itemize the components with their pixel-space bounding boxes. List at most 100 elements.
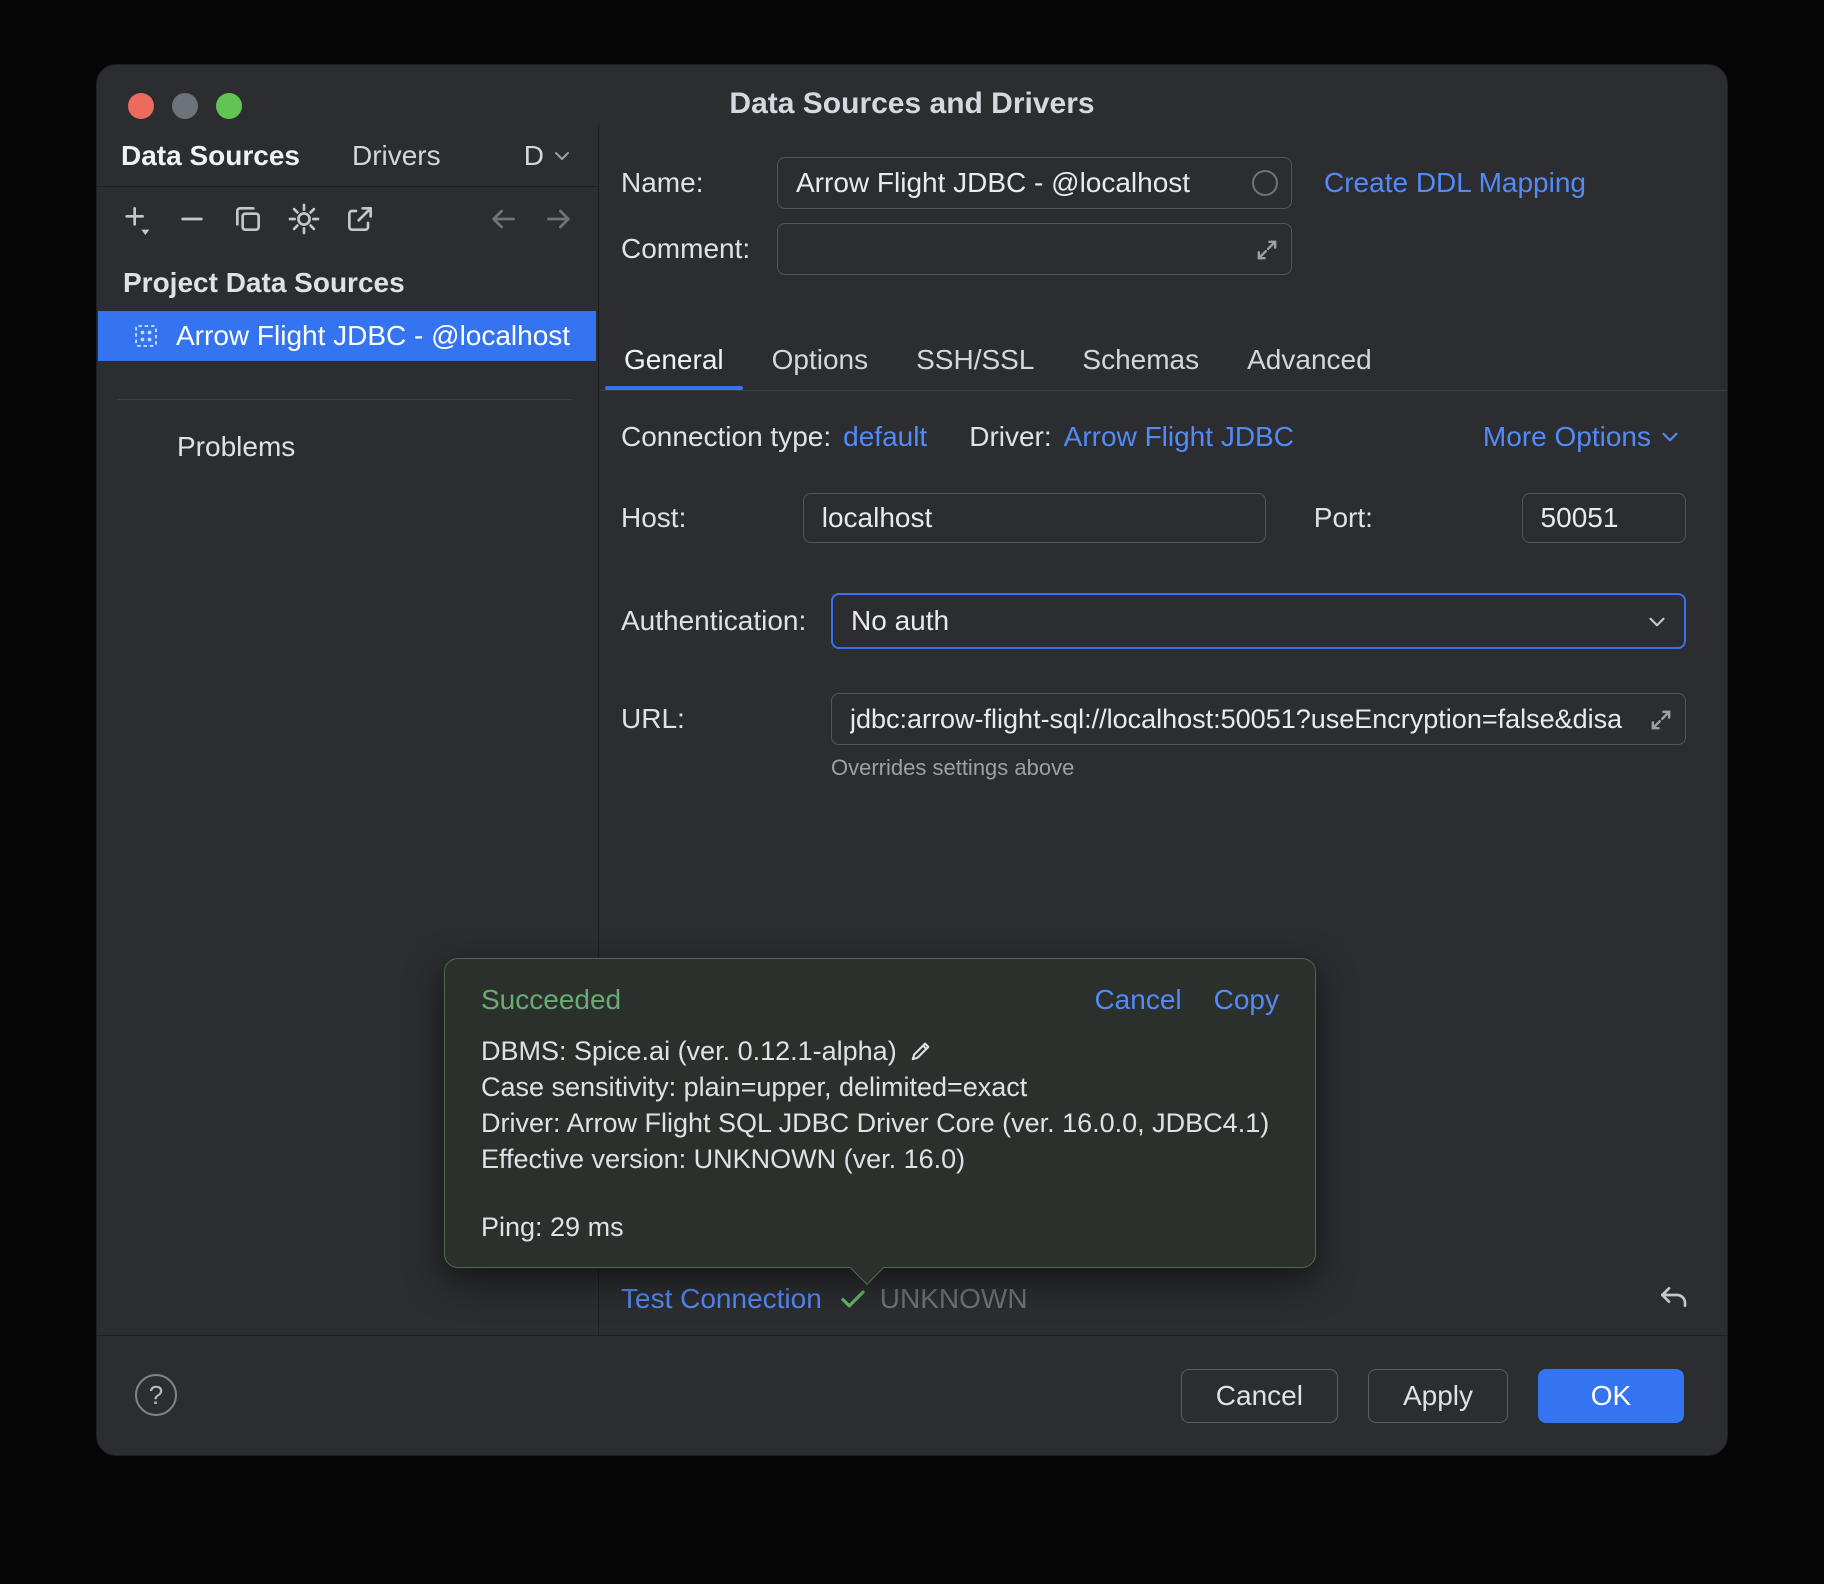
problems-item[interactable]: Problems (177, 427, 295, 467)
sidebar-toolbar (97, 187, 598, 251)
host-input[interactable] (803, 493, 1266, 543)
effective-version-line: Effective version: UNKNOWN (ver. 16.0) (481, 1141, 1279, 1177)
tab-advanced[interactable]: Advanced (1223, 331, 1396, 390)
minus-icon (176, 203, 208, 235)
expand-comment-button[interactable] (1252, 235, 1282, 265)
comment-field-wrap (777, 223, 1292, 275)
copy-icon (232, 203, 264, 235)
popup-actions: Cancel Copy (1094, 984, 1279, 1016)
name-label: Name: (621, 167, 777, 199)
test-connection-popup: Succeeded Cancel Copy DBMS: Spice.ai (ve… (444, 958, 1316, 1268)
popup-details: DBMS: Spice.ai (ver. 0.12.1-alpha) Case … (481, 1033, 1279, 1245)
ok-button[interactable]: OK (1538, 1369, 1684, 1423)
authentication-row: Authentication: No auth (621, 593, 1686, 649)
dialog-window: Data Sources and Drivers Data Sources Dr… (96, 64, 1728, 1456)
cancel-button[interactable]: Cancel (1181, 1369, 1338, 1423)
add-data-source-button[interactable] (119, 202, 153, 236)
comment-row: Comment: (621, 223, 1292, 275)
chevron-down-icon (1644, 609, 1670, 635)
popup-header: Succeeded Cancel Copy (481, 981, 1279, 1019)
apply-button[interactable]: Apply (1368, 1369, 1508, 1423)
dbms-line: DBMS: Spice.ai (ver. 0.12.1-alpha) (481, 1033, 1279, 1069)
popup-copy-link[interactable]: Copy (1214, 984, 1279, 1016)
revert-button[interactable] (1657, 1283, 1689, 1315)
port-input[interactable] (1522, 493, 1686, 543)
external-link-icon (344, 203, 376, 235)
more-options-link[interactable]: More Options (1483, 421, 1683, 453)
back-button[interactable] (486, 202, 520, 236)
connection-type-row: Connection type: default Driver: Arrow F… (621, 417, 1683, 457)
tab-schemas[interactable]: Schemas (1058, 331, 1223, 390)
authentication-select[interactable]: No auth (831, 593, 1686, 649)
circle-indicator-icon (1252, 170, 1278, 196)
comment-label: Comment: (621, 233, 777, 265)
chevron-down-icon (550, 144, 574, 168)
forward-button[interactable] (542, 202, 576, 236)
case-sensitivity-line: Case sensitivity: plain=upper, delimited… (481, 1069, 1279, 1105)
authentication-value: No auth (851, 605, 949, 637)
duplicate-button[interactable] (231, 202, 265, 236)
data-source-icon (132, 322, 160, 350)
host-row: Host: Port: (621, 493, 1686, 543)
pencil-icon (907, 1037, 935, 1065)
plus-icon (120, 203, 152, 235)
arrow-left-icon (487, 203, 519, 235)
expand-icon (1647, 706, 1675, 734)
url-label: URL: (621, 703, 831, 735)
create-ddl-mapping-link[interactable]: Create DDL Mapping (1324, 167, 1586, 199)
popup-cancel-link[interactable]: Cancel (1094, 984, 1181, 1016)
authentication-label: Authentication: (621, 605, 831, 637)
ping-line: Ping: 29 ms (481, 1209, 1279, 1245)
connection-type-value[interactable]: default (843, 421, 927, 453)
host-field-wrap (803, 493, 1266, 543)
sidebar-divider (117, 399, 572, 400)
arrow-right-icon (543, 203, 575, 235)
driver-value[interactable]: Arrow Flight JDBC (1064, 421, 1294, 453)
url-field-wrap (831, 693, 1686, 745)
edit-version-button[interactable] (907, 1037, 935, 1065)
undo-icon (1657, 1283, 1689, 1315)
sidebar-tab-bar: Data Sources Drivers D (97, 125, 598, 187)
driver-label: Driver: (969, 421, 1051, 453)
data-source-item-label: Arrow Flight JDBC - @localhost (176, 320, 570, 352)
expand-url-button[interactable] (1646, 705, 1676, 735)
chevron-down-icon (1657, 424, 1683, 450)
window-title: Data Sources and Drivers (97, 87, 1727, 121)
screen-background: Data Sources and Drivers Data Sources Dr… (0, 0, 1824, 1584)
title-bar: Data Sources and Drivers (97, 65, 1727, 125)
port-field-wrap (1522, 493, 1686, 543)
connection-type-label: Connection type: (621, 421, 831, 453)
connection-status-text: UNKNOWN (880, 1283, 1028, 1315)
tab-drivers[interactable]: Drivers (352, 140, 441, 172)
test-connection-link[interactable]: Test Connection (621, 1283, 822, 1315)
tab-ddl-overflow-label: D (524, 140, 544, 172)
tab-ddl-overflow[interactable]: D (524, 140, 574, 172)
remove-data-source-button[interactable] (175, 202, 209, 236)
url-row: URL: (621, 693, 1686, 745)
dialog-button-bar: ? Cancel Apply OK (97, 1335, 1727, 1455)
help-button[interactable]: ? (135, 1374, 177, 1416)
popup-status: Succeeded (481, 984, 621, 1016)
tab-options[interactable]: Options (748, 331, 893, 390)
data-source-list-item-selected[interactable]: Arrow Flight JDBC - @localhost (98, 311, 596, 361)
open-in-editor-button[interactable] (343, 202, 377, 236)
dialog-buttons: Cancel Apply OK (1181, 1369, 1684, 1423)
more-options-label: More Options (1483, 421, 1651, 453)
host-label: Host: (621, 502, 803, 534)
tab-ssh-ssl[interactable]: SSH/SSL (892, 331, 1058, 390)
expand-icon (1253, 236, 1281, 264)
name-field-wrap (777, 157, 1292, 209)
port-label: Port: (1314, 502, 1496, 534)
tab-data-sources[interactable]: Data Sources (121, 140, 300, 172)
settings-button[interactable] (287, 202, 321, 236)
url-input[interactable] (831, 693, 1686, 745)
url-note: Overrides settings above (831, 755, 1074, 781)
comment-input[interactable] (777, 223, 1292, 275)
tab-general[interactable]: General (600, 331, 748, 390)
name-input[interactable] (777, 157, 1292, 209)
driver-line: Driver: Arrow Flight SQL JDBC Driver Cor… (481, 1105, 1279, 1141)
success-check-icon (838, 1284, 868, 1314)
project-data-sources-heading: Project Data Sources (123, 267, 405, 299)
gear-icon (288, 203, 320, 235)
question-mark-icon: ? (149, 1380, 163, 1411)
